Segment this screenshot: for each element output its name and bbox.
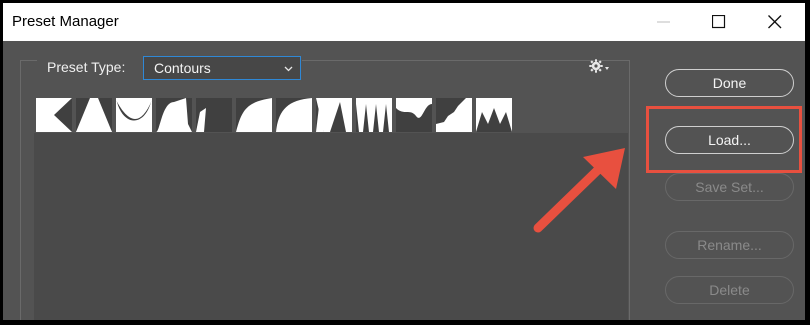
contour-thumb-sawtooth[interactable] — [476, 98, 512, 132]
contour-thumb-cove-deep[interactable] — [156, 98, 192, 132]
contour-thumb-ring-double[interactable] — [356, 98, 392, 132]
preset-manager-window: Preset Manager Preset Type: Contours Don… — [3, 3, 805, 320]
contour-thumb-half-round[interactable] — [276, 98, 312, 132]
save-set-button[interactable]: Save Set... — [665, 173, 794, 201]
load-highlight-box — [646, 106, 802, 173]
delete-button[interactable]: Delete — [665, 276, 794, 304]
contour-thumb-cone-inverted[interactable] — [116, 98, 152, 132]
contour-thumb-cove-shallow[interactable] — [196, 98, 232, 132]
close-button[interactable] — [752, 3, 798, 41]
close-icon — [768, 15, 782, 29]
minimize-button[interactable] — [641, 3, 687, 41]
title-bar: Preset Manager — [3, 3, 805, 41]
maximize-icon — [712, 15, 726, 29]
chevron-down-icon — [284, 66, 293, 72]
annotation-arrow-icon — [533, 148, 625, 233]
contour-thumb-ring[interactable] — [316, 98, 352, 132]
contour-thumb-cone[interactable] — [76, 98, 112, 132]
rename-button[interactable]: Rename... — [665, 231, 794, 259]
preset-type-label: Preset Type: — [47, 59, 126, 75]
contour-thumb-linear[interactable] — [36, 98, 72, 132]
minimize-icon — [657, 21, 670, 23]
preset-type-value: Contours — [154, 60, 211, 76]
maximize-button[interactable] — [696, 3, 742, 41]
contour-thumb-rounded-steps[interactable] — [436, 98, 472, 132]
done-button[interactable]: Done — [665, 69, 794, 97]
contour-thumb-rolling-slope[interactable] — [396, 98, 432, 132]
preset-type-select[interactable]: Contours — [143, 56, 301, 80]
gear-icon[interactable] — [588, 58, 610, 74]
contour-thumb-gaussian[interactable] — [236, 98, 272, 132]
window-title: Preset Manager — [12, 13, 119, 30]
